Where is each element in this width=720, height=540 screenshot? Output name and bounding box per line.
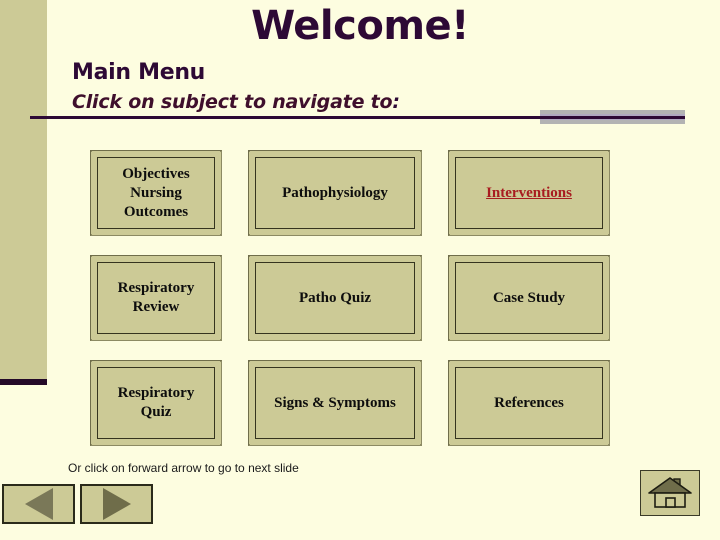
instruction-punctuation: :: [392, 91, 400, 113]
menu-button-label: Case Study: [492, 289, 566, 306]
previous-slide-button[interactable]: [2, 484, 75, 524]
menu-button-face: Respiratory Review: [97, 262, 215, 334]
menu-button-signs-and-symptoms[interactable]: Signs & Symptoms: [248, 360, 422, 446]
menu-button-frame: Respiratory Review: [90, 255, 222, 341]
menu-row: Objectives Nursing Outcomes Pathophysiology…: [90, 150, 610, 236]
menu-button-frame: Pathophysiology: [248, 150, 422, 236]
slide-canvas: Welcome! Main Menu Click on subject to n…: [0, 0, 720, 540]
left-strip-end-bar: [0, 379, 47, 385]
menu-button-face: Signs & Symptoms: [255, 367, 415, 439]
subheading: Main Menu: [72, 60, 206, 85]
menu-button-respiratory-quiz[interactable]: Respiratory Quiz: [90, 360, 222, 446]
page-title: Welcome!: [0, 2, 720, 50]
instruction-line: Click on subject to navigate to:: [72, 90, 400, 114]
menu-button-frame: Respiratory Quiz: [90, 360, 222, 446]
menu-button-face: Respiratory Quiz: [97, 367, 215, 439]
header-divider-rule: [30, 116, 685, 119]
instruction-text: Click on subject to navigate to: [72, 91, 393, 113]
page-title-punctuation: !: [451, 3, 469, 49]
menu-button-label: Patho Quiz: [298, 289, 372, 306]
menu-button-label: Respiratory Quiz: [117, 385, 195, 420]
menu-button-objectives-nursing-outcomes[interactable]: Objectives Nursing Outcomes: [90, 150, 222, 236]
triangle-right-icon: [102, 488, 131, 520]
menu-button-frame: Signs & Symptoms: [248, 360, 422, 446]
menu-row: Respiratory Review Patho Quiz Case Study: [90, 255, 610, 341]
menu-button-pathophysiology[interactable]: Pathophysiology: [248, 150, 422, 236]
menu-button-case-study[interactable]: Case Study: [448, 255, 610, 341]
footer-hint-text: Or click on forward arrow to go to next …: [68, 461, 299, 475]
menu-button-frame: Objectives Nursing Outcomes: [90, 150, 222, 236]
menu-button-label: Respiratory Review: [117, 280, 195, 315]
home-icon: [648, 477, 692, 508]
menu-button-frame: Interventions: [448, 150, 610, 236]
menu-button-label: Objectives Nursing Outcomes: [122, 165, 190, 220]
menu-row: Respiratory Quiz Signs & Symptoms Reference…: [90, 360, 610, 446]
menu-button-face: Objectives Nursing Outcomes: [97, 157, 215, 229]
menu-button-face: Case Study: [455, 262, 603, 334]
menu-button-face: Patho Quiz: [255, 262, 415, 334]
triangle-left-icon: [24, 488, 53, 520]
next-slide-button[interactable]: [80, 484, 153, 524]
left-decorative-strip: [0, 0, 47, 379]
menu-button-frame: References: [448, 360, 610, 446]
home-button[interactable]: [640, 470, 700, 516]
menu-button-label: Signs & Symptoms: [274, 394, 396, 411]
menu-button-frame: Patho Quiz: [248, 255, 422, 341]
menu-button-interventions[interactable]: Interventions: [448, 150, 610, 236]
main-menu-grid: Objectives Nursing Outcomes Pathophysiology…: [90, 150, 610, 446]
menu-button-frame: Case Study: [448, 255, 610, 341]
menu-button-face: References: [455, 367, 603, 439]
menu-button-label: References: [494, 394, 564, 411]
menu-button-face: Interventions: [455, 157, 603, 229]
page-title-text: Welcome: [251, 3, 452, 49]
menu-button-face: Pathophysiology: [255, 157, 415, 229]
menu-button-respiratory-review[interactable]: Respiratory Review: [90, 255, 222, 341]
menu-button-references[interactable]: References: [448, 360, 610, 446]
menu-button-label: Interventions: [486, 184, 572, 201]
menu-button-patho-quiz[interactable]: Patho Quiz: [248, 255, 422, 341]
menu-button-label: Pathophysiology: [282, 184, 388, 201]
